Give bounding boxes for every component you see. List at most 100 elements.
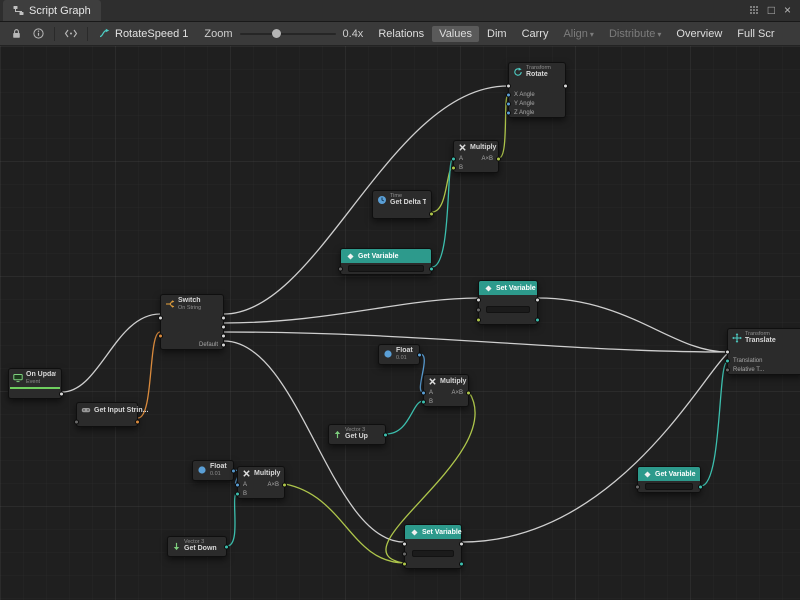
node-title: Switch xyxy=(178,297,201,305)
node-multiply-mid[interactable]: Multiply A A×B B xyxy=(423,374,469,407)
wire-string xyxy=(138,332,160,418)
a-in-port[interactable] xyxy=(421,390,426,395)
result-label: A×B xyxy=(481,156,493,162)
node-title: Get Down xyxy=(184,545,217,553)
value-out-port[interactable] xyxy=(698,484,703,489)
node-get-variable-mid[interactable]: Get Variable xyxy=(340,248,432,275)
variable-name-field[interactable] xyxy=(486,306,530,313)
string-out-port[interactable] xyxy=(135,419,140,424)
name-in-port[interactable] xyxy=(402,551,407,556)
flow-out-port[interactable] xyxy=(563,83,568,88)
case-out-port[interactable] xyxy=(221,333,226,338)
value-in-port[interactable] xyxy=(74,419,79,424)
name-in-port[interactable] xyxy=(635,484,640,489)
code-preview-icon[interactable] xyxy=(60,24,82,44)
distribute-button[interactable]: Distribute▾ xyxy=(602,26,668,42)
a-in-port[interactable] xyxy=(451,156,456,161)
z-angle-in-port[interactable] xyxy=(506,110,511,115)
b-in-port[interactable] xyxy=(421,399,426,404)
flow-out-port[interactable] xyxy=(535,297,540,302)
tab-title: Script Graph xyxy=(29,5,91,17)
value-in-port[interactable] xyxy=(402,561,407,566)
values-button[interactable]: Values xyxy=(432,26,479,42)
y-angle-in-port[interactable] xyxy=(506,101,511,106)
name-in-port[interactable] xyxy=(338,266,343,271)
flow-out-port[interactable] xyxy=(59,391,64,396)
align-button[interactable]: Align▾ xyxy=(556,26,600,42)
graph-breadcrumb[interactable]: RotateSpeed 1 xyxy=(93,28,194,40)
arrow-up-icon xyxy=(333,430,342,439)
relative-to-label: Relative T... xyxy=(733,367,764,373)
b-in-port[interactable] xyxy=(451,165,456,170)
carry-button[interactable]: Carry xyxy=(515,26,556,42)
node-float-literal-bottom[interactable]: Float 0.01 xyxy=(192,460,234,481)
close-icon[interactable]: × xyxy=(784,4,791,16)
node-set-variable-bottom[interactable]: Set Variable xyxy=(404,524,462,569)
variable-name-field[interactable] xyxy=(412,550,454,557)
graph-canvas[interactable]: On Update Event Get Input Strin... Sw xyxy=(0,46,800,600)
zoom-slider[interactable] xyxy=(240,33,336,35)
variable-name-field[interactable] xyxy=(645,483,693,490)
node-multiply-bottom[interactable]: Multiply A A×B B xyxy=(237,466,285,499)
float-out-port[interactable] xyxy=(429,211,434,216)
tab-script-graph[interactable]: Script Graph xyxy=(3,0,101,21)
translation-in-port[interactable] xyxy=(725,358,730,363)
info-icon[interactable] xyxy=(27,24,49,44)
b-in-port[interactable] xyxy=(235,491,240,496)
node-on-update[interactable]: On Update Event xyxy=(8,368,62,399)
selector-in-port[interactable] xyxy=(158,333,163,338)
x-angle-in-port[interactable] xyxy=(506,92,511,97)
vector-out-port[interactable] xyxy=(383,432,388,437)
case-out-port[interactable] xyxy=(221,315,226,320)
name-in-port[interactable] xyxy=(476,307,481,312)
node-transform-rotate[interactable]: Transform Rotate X Angle Y Angle Z Angle xyxy=(508,62,566,118)
node-set-variable-mid[interactable]: Set Variable xyxy=(478,280,538,325)
dim-button[interactable]: Dim xyxy=(480,26,514,42)
flow-in-port[interactable] xyxy=(725,349,730,354)
variable-icon xyxy=(346,252,355,261)
variable-name-field[interactable] xyxy=(348,265,424,272)
toolbar-separator xyxy=(87,27,88,41)
wire-variable xyxy=(432,158,453,267)
node-multiply-top[interactable]: Multiply A A×B B xyxy=(453,140,499,173)
overview-button[interactable]: Overview xyxy=(669,26,729,42)
flow-in-port[interactable] xyxy=(476,297,481,302)
value-out-port[interactable] xyxy=(429,266,434,271)
b-label: B xyxy=(243,491,247,497)
result-out-port[interactable] xyxy=(282,482,287,487)
window-menu-icon[interactable] xyxy=(749,5,759,15)
value-out-port[interactable] xyxy=(535,317,540,322)
float-value: 0.01 xyxy=(210,471,227,477)
node-vector3-get-down[interactable]: Vector 3 Get Down xyxy=(167,536,227,557)
node-vector3-get-up[interactable]: Vector 3 Get Up xyxy=(328,424,386,445)
flow-in-port[interactable] xyxy=(506,83,511,88)
variable-icon xyxy=(643,470,652,479)
flow-out-port[interactable] xyxy=(459,541,464,546)
a-in-port[interactable] xyxy=(235,482,240,487)
node-switch-on-string[interactable]: Switch On String Default xyxy=(160,294,224,350)
default-out-port[interactable] xyxy=(221,342,226,347)
result-out-port[interactable] xyxy=(496,156,501,161)
relations-button[interactable]: Relations xyxy=(371,26,431,42)
value-in-port[interactable] xyxy=(476,317,481,322)
fullscreen-button[interactable]: Full Scr xyxy=(730,26,781,42)
maximize-icon[interactable]: □ xyxy=(768,4,775,16)
zoom-slider-thumb[interactable] xyxy=(272,29,281,38)
float-out-port[interactable] xyxy=(417,352,422,357)
node-get-input-string[interactable]: Get Input Strin... xyxy=(76,402,138,427)
node-get-delta-time[interactable]: Time Get Delta Time xyxy=(372,190,432,219)
node-float-literal-mid[interactable]: Float 0.01 xyxy=(378,344,420,365)
toolbar: RotateSpeed 1 Zoom 0.4x Relations Values… xyxy=(0,22,800,46)
relative-to-in-port[interactable] xyxy=(725,367,730,372)
float-out-port[interactable] xyxy=(231,468,236,473)
node-transform-translate[interactable]: Transform Translate Translation Relative… xyxy=(727,328,800,375)
value-out-port[interactable] xyxy=(459,561,464,566)
case-out-port[interactable] xyxy=(221,324,226,329)
result-out-port[interactable] xyxy=(466,390,471,395)
flow-in-port[interactable] xyxy=(402,541,407,546)
wire-variable xyxy=(701,362,727,486)
flow-in-port[interactable] xyxy=(158,315,163,320)
node-get-variable-right[interactable]: Get Variable xyxy=(637,466,701,493)
vector-out-port[interactable] xyxy=(224,544,229,549)
lock-icon[interactable] xyxy=(5,24,27,44)
